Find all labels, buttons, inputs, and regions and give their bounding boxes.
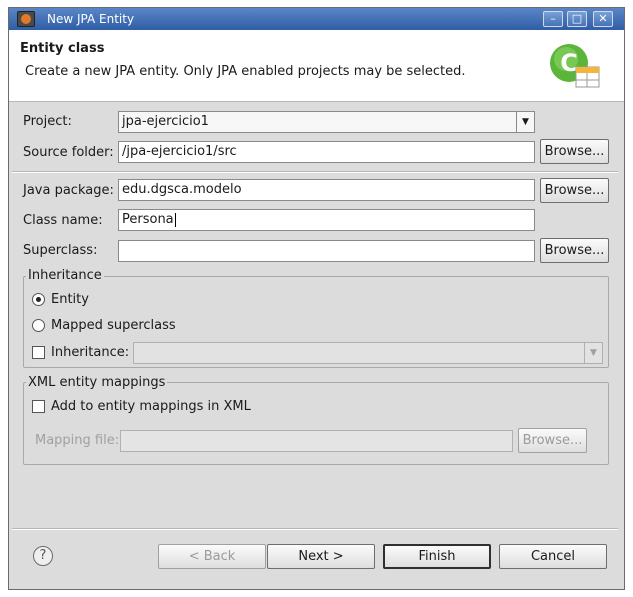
project-value: jpa-ejercicio1 xyxy=(122,114,209,129)
superclass-browse-button[interactable]: Browse... xyxy=(540,238,609,263)
eclipse-app-icon xyxy=(17,11,35,27)
superclass-field[interactable] xyxy=(118,240,535,262)
page-description: Create a new JPA entity. Only JPA enable… xyxy=(25,64,466,79)
source-folder-field[interactable]: /jpa-ejercicio1/src xyxy=(118,141,535,163)
source-folder-label: Source folder: xyxy=(23,145,114,160)
maximize-button[interactable]: □ xyxy=(567,11,587,27)
mapped-superclass-radio-label[interactable]: Mapped superclass xyxy=(51,318,176,333)
window-title: New JPA Entity xyxy=(47,12,135,26)
close-button[interactable]: ✕ xyxy=(593,11,613,27)
inheritance-checkbox-label[interactable]: Inheritance: xyxy=(51,345,129,360)
title-bar[interactable]: New JPA Entity – □ ✕ xyxy=(9,8,624,30)
text-cursor xyxy=(174,212,176,227)
finish-button[interactable]: Finish xyxy=(383,544,491,569)
inheritance-strategy-combo[interactable]: ▼ xyxy=(133,342,603,364)
svg-text:C: C xyxy=(560,49,578,77)
page-title: Entity class xyxy=(20,41,105,56)
project-label: Project: xyxy=(23,114,72,129)
footer-divider-highlight xyxy=(12,529,618,530)
mapping-file-label: Mapping file: xyxy=(35,433,120,448)
back-button[interactable]: < Back xyxy=(158,544,266,569)
chevron-down-icon[interactable]: ▼ xyxy=(516,112,534,132)
mapped-superclass-radio[interactable] xyxy=(32,319,45,332)
xml-mappings-group-title: XML entity mappings xyxy=(26,375,168,390)
mapping-file-field[interactable] xyxy=(120,430,513,452)
add-to-mappings-checkbox[interactable] xyxy=(32,400,45,413)
superclass-label: Superclass: xyxy=(23,243,98,258)
class-name-value: Persona xyxy=(122,212,174,227)
wizard-banner: Entity class Create a new JPA entity. On… xyxy=(9,30,624,102)
class-name-field[interactable]: Persona xyxy=(118,209,535,231)
add-to-mappings-label[interactable]: Add to entity mappings in XML xyxy=(51,399,251,414)
next-button[interactable]: Next > xyxy=(267,544,375,569)
java-package-label: Java package: xyxy=(23,183,114,198)
divider-highlight xyxy=(12,172,618,173)
new-jpa-entity-dialog: New JPA Entity – □ ✕ Entity class Create… xyxy=(8,7,625,590)
new-class-wizard-icon: C xyxy=(550,44,600,88)
help-icon[interactable]: ? xyxy=(33,546,53,566)
class-name-label: Class name: xyxy=(23,213,103,228)
mapping-file-browse-button[interactable]: Browse... xyxy=(518,428,587,453)
chevron-down-icon[interactable]: ▼ xyxy=(584,343,602,363)
project-combo[interactable]: jpa-ejercicio1 ▼ xyxy=(118,111,535,133)
entity-radio[interactable] xyxy=(32,293,45,306)
cancel-button[interactable]: Cancel xyxy=(499,544,607,569)
entity-radio-label[interactable]: Entity xyxy=(51,292,89,307)
java-package-browse-button[interactable]: Browse... xyxy=(540,178,609,203)
inheritance-group-title: Inheritance xyxy=(26,268,104,283)
source-folder-browse-button[interactable]: Browse... xyxy=(540,139,609,164)
java-package-field[interactable]: edu.dgsca.modelo xyxy=(118,179,535,201)
inheritance-checkbox[interactable] xyxy=(32,346,45,359)
minimize-button[interactable]: – xyxy=(543,11,563,27)
